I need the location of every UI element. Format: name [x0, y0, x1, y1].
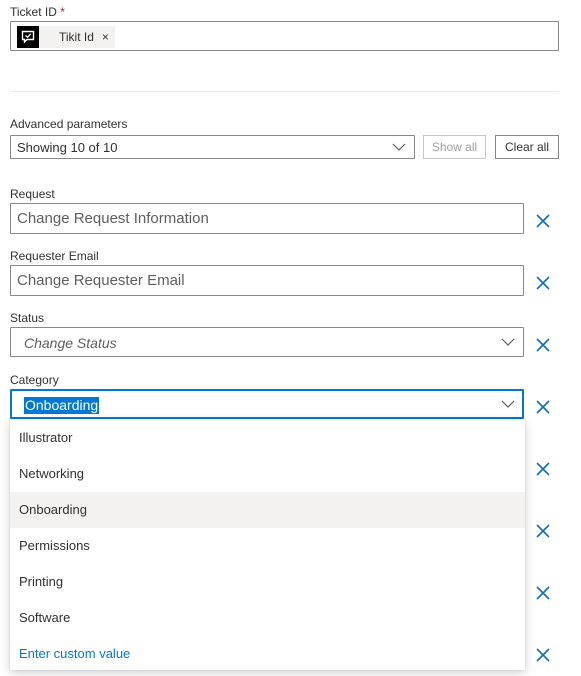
- option-software[interactable]: Software: [10, 600, 525, 636]
- showing-count-text: Showing 10 of 10: [17, 140, 118, 155]
- requester-email-input[interactable]: Change Requester Email: [10, 265, 524, 296]
- remove-field-icon[interactable]: [535, 647, 551, 663]
- category-selected-value: Onboarding: [24, 397, 100, 414]
- option-onboarding[interactable]: Onboarding: [10, 492, 525, 528]
- status-label: Status: [10, 311, 45, 325]
- category-dropdown[interactable]: Onboarding: [10, 389, 524, 419]
- status-placeholder: Change Status: [24, 335, 117, 351]
- chat-square-icon: [17, 26, 39, 48]
- ticket-id-label-text: Ticket ID: [10, 5, 57, 19]
- advanced-parameters-dropdown[interactable]: Showing 10 of 10: [10, 135, 415, 159]
- ticket-id-field[interactable]: Tikit Id ×: [10, 21, 559, 51]
- request-input[interactable]: Change Request Information: [10, 203, 524, 234]
- status-dropdown[interactable]: Change Status: [10, 327, 524, 357]
- request-placeholder: Change Request Information: [17, 210, 209, 227]
- option-illustrator[interactable]: Illustrator: [10, 420, 525, 456]
- chevron-down-icon: [501, 338, 515, 346]
- section-divider: [10, 91, 559, 92]
- required-asterisk: *: [60, 5, 65, 19]
- option-networking[interactable]: Networking: [10, 456, 525, 492]
- chevron-down-icon: [392, 143, 406, 151]
- show-all-button[interactable]: Show all: [423, 135, 486, 159]
- requester-email-placeholder: Change Requester Email: [17, 272, 185, 289]
- token-label: Tikit Id: [59, 30, 94, 44]
- remove-field-icon[interactable]: [535, 585, 551, 601]
- requester-email-label: Requester Email: [10, 249, 99, 263]
- remove-field-icon[interactable]: [535, 461, 551, 477]
- option-permissions[interactable]: Permissions: [10, 528, 525, 564]
- remove-category-icon[interactable]: [535, 399, 551, 415]
- clear-all-button[interactable]: Clear all: [495, 135, 559, 159]
- remove-request-icon[interactable]: [535, 213, 551, 229]
- category-label: Category: [10, 373, 59, 387]
- option-printing[interactable]: Printing: [10, 564, 525, 600]
- chevron-down-icon: [501, 400, 515, 408]
- remove-requester-email-icon[interactable]: [535, 275, 551, 291]
- request-label: Request: [10, 187, 55, 201]
- enter-custom-value-link[interactable]: Enter custom value: [10, 636, 525, 672]
- category-options-list: Illustrator Networking Onboarding Permis…: [10, 420, 525, 670]
- ticket-id-label: Ticket ID *: [10, 5, 65, 19]
- ticket-token: Tikit Id ×: [17, 26, 115, 48]
- token-remove-button[interactable]: ×: [102, 30, 109, 44]
- advanced-parameters-label: Advanced parameters: [10, 117, 128, 131]
- remove-status-icon[interactable]: [535, 337, 551, 353]
- remove-field-icon[interactable]: [535, 523, 551, 539]
